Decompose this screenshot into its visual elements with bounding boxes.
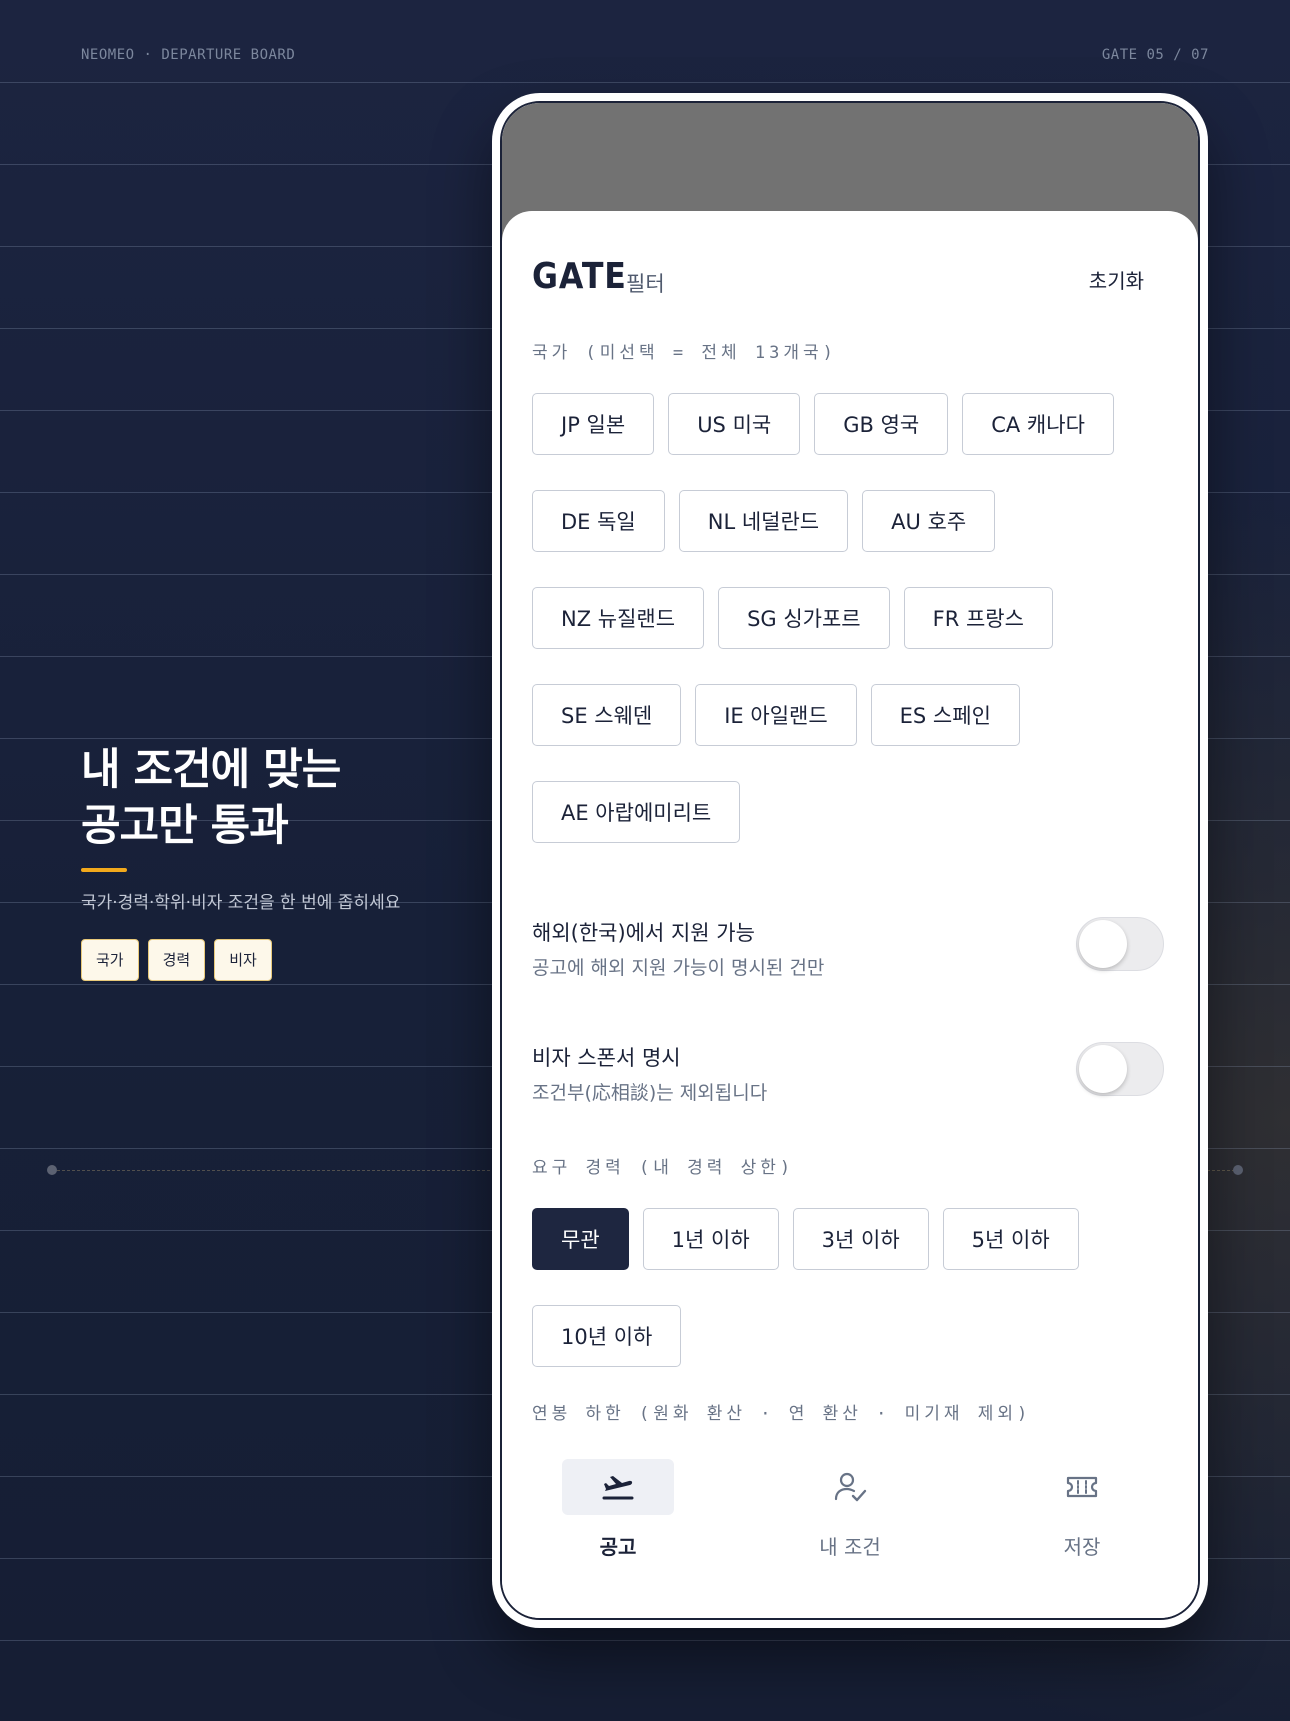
visa-sponsor-description: 조건부(応相談)는 제외됩니다	[532, 1082, 768, 1104]
country-section-label: 국가 (미선택 = 전체 13개국)	[532, 343, 837, 363]
overseas-apply-toggle[interactable]	[1076, 917, 1164, 971]
hero-accent-bar	[81, 868, 127, 872]
country-chip-row-1: JP 일본 US 미국 GB 영국 CA 캐나다	[532, 393, 1114, 455]
country-chip-se[interactable]: SE 스웨덴	[532, 684, 682, 746]
track-start-dot	[47, 1165, 57, 1175]
visa-sponsor-toggle[interactable]	[1076, 1042, 1164, 1096]
gate-counter: GATE 05 / 07	[1101, 47, 1209, 63]
reset-button[interactable]: 초기화	[1089, 265, 1144, 294]
sheet-title: GATE	[532, 256, 627, 297]
hero-section: 내 조건에 맞는 공고만 통과 국가·경력·학위·비자 조건을 한 번에 좁히세…	[81, 742, 400, 981]
hero-subtitle: 국가·경력·학위·비자 조건을 한 번에 좁히세요	[81, 893, 401, 913]
country-chip-row-3: NZ 뉴질랜드 SG 싱가포르 FR 프랑스	[532, 587, 1053, 649]
experience-chip-any[interactable]: 무관	[532, 1208, 629, 1270]
filter-sheet: GATE 필터 초기화 국가 (미선택 = 전체 13개국) JP 일본 US …	[502, 211, 1198, 1618]
hero-title-line1: 내 조건에 맞는	[81, 745, 341, 795]
country-chip-ae[interactable]: AE 아랍에미리트	[532, 781, 741, 843]
hero-tag-experience: 경력	[147, 939, 206, 981]
experience-section-label: 요구 경력 (내 경력 상한)	[532, 1158, 795, 1178]
experience-chip-3y[interactable]: 3년 이하	[792, 1208, 929, 1270]
country-chip-ca[interactable]: CA 캐나다	[962, 393, 1114, 455]
plane-takeoff-icon	[602, 1476, 634, 1500]
sheet-subtitle: 필터	[626, 272, 665, 296]
country-chip-gb[interactable]: GB 영국	[814, 393, 949, 455]
country-chip-jp[interactable]: JP 일본	[532, 393, 655, 455]
salary-section-label: 연봉 하한 (원화 환산 · 연 환산 · 미기재 제외)	[532, 1404, 1032, 1424]
country-chip-de[interactable]: DE 독일	[532, 490, 665, 552]
experience-chip-1y[interactable]: 1년 이하	[642, 1208, 779, 1270]
visa-sponsor-title: 비자 스폰서 명시	[532, 1046, 681, 1070]
country-chip-row-5: AE 아랍에미리트	[532, 781, 741, 843]
hero-tags: 국가 경력 비자	[81, 939, 400, 981]
nav-item-saved[interactable]: 저장	[1026, 1459, 1138, 1559]
hero-title: 내 조건에 맞는 공고만 통과	[81, 742, 400, 854]
nav-label-my-conditions: 내 조건	[819, 1535, 881, 1559]
phone-screen: GATE 필터 초기화 국가 (미선택 = 전체 13개국) JP 일본 US …	[500, 101, 1200, 1620]
country-chip-row-2: DE 독일 NL 네덜란드 AU 호주	[532, 490, 996, 552]
overseas-apply-description: 공고에 해외 지원 가능이 명시된 건만	[532, 957, 825, 979]
country-chip-sg[interactable]: SG 싱가포르	[718, 587, 890, 649]
country-chip-row-4: SE 스웨덴 IE 아일랜드 ES 스페인	[532, 684, 1020, 746]
ticket-icon	[1066, 1476, 1098, 1498]
overseas-apply-row: 해외(한국)에서 지원 가능 공고에 해외 지원 가능이 명시된 건만	[532, 917, 1164, 987]
nav-label-jobs: 공고	[599, 1535, 637, 1559]
visa-sponsor-row: 비자 스폰서 명시 조건부(応相談)는 제외됩니다	[532, 1042, 1164, 1112]
country-chip-nl[interactable]: NL 네덜란드	[678, 490, 849, 552]
country-chip-ie[interactable]: IE 아일랜드	[695, 684, 857, 746]
country-chip-es[interactable]: ES 스페인	[870, 684, 1020, 746]
country-chip-au[interactable]: AU 호주	[862, 490, 996, 552]
hero-tag-visa: 비자	[214, 939, 272, 981]
bottom-nav: 공고 내 조건 저장	[502, 1459, 1198, 1559]
hero-title-line2: 공고만 통과	[81, 801, 289, 851]
country-chip-us[interactable]: US 미국	[668, 393, 801, 455]
nav-item-jobs[interactable]: 공고	[562, 1459, 674, 1559]
track-end-dot	[1233, 1165, 1243, 1175]
nav-label-saved: 저장	[1063, 1535, 1101, 1559]
experience-chip-10y[interactable]: 10년 이하	[532, 1305, 682, 1367]
user-check-icon	[834, 1472, 867, 1502]
toggle-knob	[1079, 1045, 1127, 1093]
phone-frame: GATE 필터 초기화 국가 (미선택 = 전체 13개국) JP 일본 US …	[492, 93, 1208, 1628]
country-chip-fr[interactable]: FR 프랑스	[903, 587, 1053, 649]
overseas-apply-title: 해외(한국)에서 지원 가능	[532, 921, 755, 945]
experience-chip-row-2: 10년 이하	[532, 1305, 682, 1367]
experience-chip-5y[interactable]: 5년 이하	[942, 1208, 1079, 1270]
country-chip-nz[interactable]: NZ 뉴질랜드	[532, 587, 705, 649]
nav-item-my-conditions[interactable]: 내 조건	[794, 1459, 906, 1559]
sheet-header: GATE 필터 초기화	[532, 256, 1168, 306]
toggle-knob	[1079, 920, 1127, 968]
hero-tag-country: 국가	[81, 939, 139, 981]
experience-chip-row-1: 무관 1년 이하 3년 이하 5년 이하	[532, 1208, 1079, 1270]
brand-label: NEOMEO · DEPARTURE BOARD	[81, 47, 296, 63]
